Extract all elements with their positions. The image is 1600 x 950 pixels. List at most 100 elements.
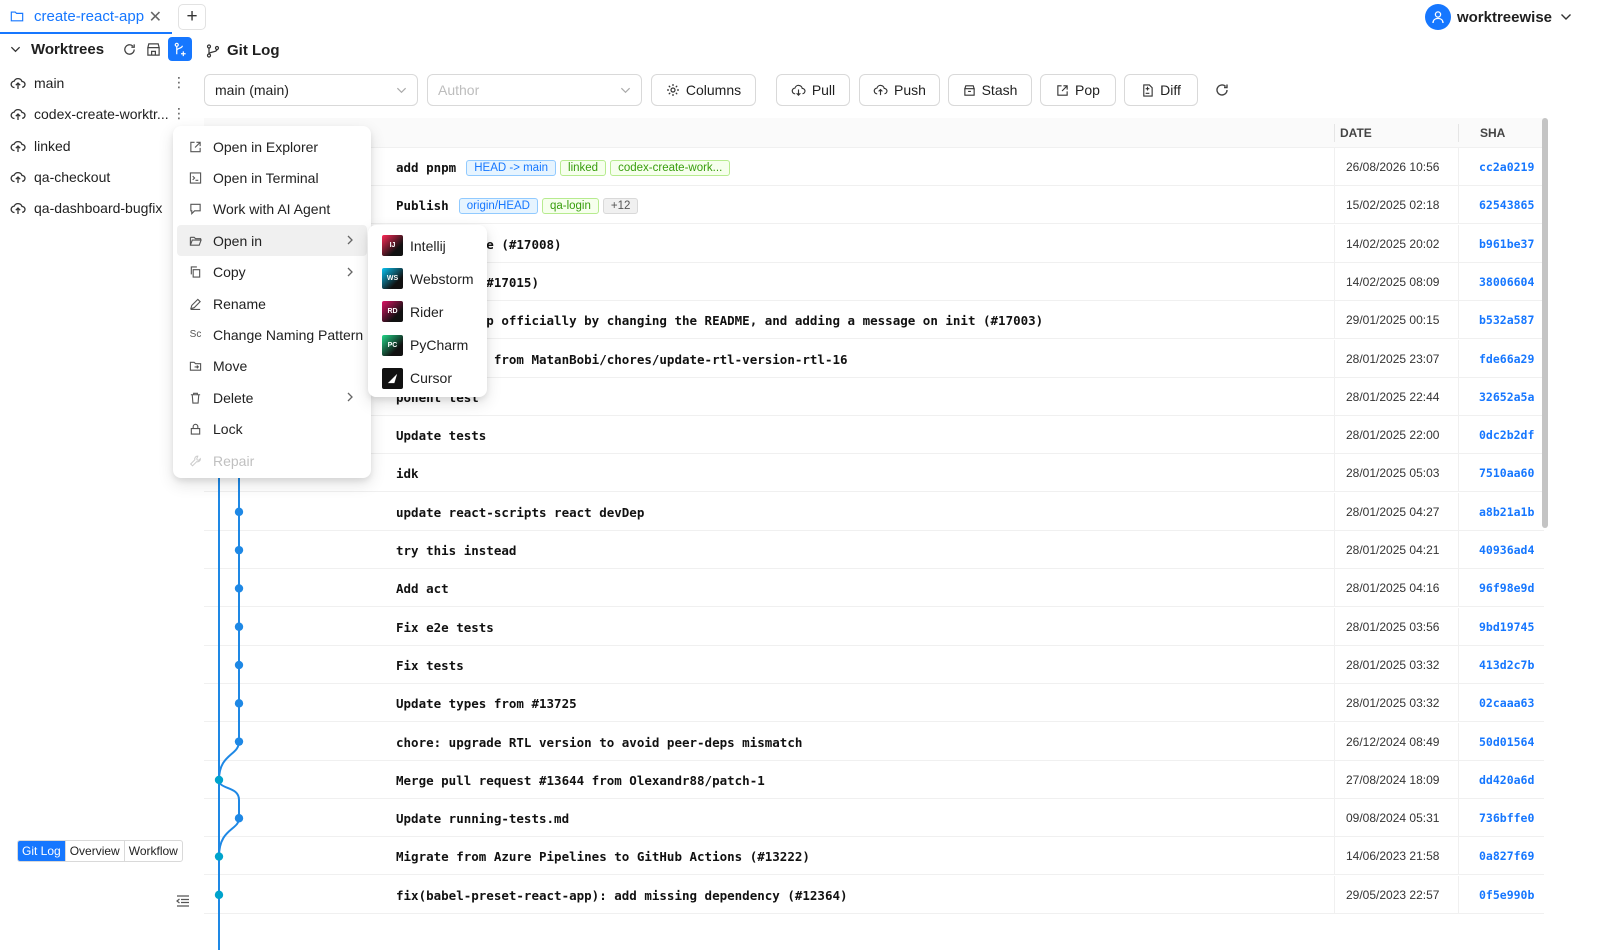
commit-sha[interactable]: 50d01564 [1479,735,1534,749]
worktree-item-main[interactable]: main ⋮ [0,68,200,98]
ref-tag[interactable]: codex-create-work... [610,160,731,176]
commit-sha[interactable]: b961be37 [1479,237,1534,251]
commit-sha[interactable]: 62543865 [1479,198,1534,212]
commit-sha[interactable]: 32652a5a [1479,390,1534,404]
table-row[interactable]: idk 28/01/2025 05:03 7510aa60 [204,454,1544,493]
store-button[interactable] [144,40,162,58]
table-row[interactable]: Fix tests 28/01/2025 03:32 413d2c7b [204,645,1544,684]
column-header-sha[interactable]: SHA [1480,126,1505,140]
refresh-button[interactable] [120,40,138,58]
worktree-item-codex[interactable]: codex-create-worktr... ⋮ [0,99,200,129]
more-vertical-icon[interactable]: ⋮ [172,105,186,122]
view-tab-overview[interactable]: Overview [66,841,125,861]
open-in-item-rider[interactable]: RD Rider [372,295,483,328]
table-row[interactable]: Update types from #13725 28/01/2025 03:32… [204,684,1544,723]
column-header-date[interactable]: DATE [1340,126,1372,140]
new-tab-button[interactable]: + [178,4,206,30]
menu-item-copy[interactable]: Copy [177,257,367,288]
edit-icon [189,297,202,311]
commit-sha[interactable]: fde66a29 [1479,352,1534,366]
commit-message-text: Update types from #13725 [396,696,577,712]
push-button[interactable]: Push [859,74,940,106]
table-row[interactable]: Publish origin/HEAD qa-login +12 15/02/2025 … [204,186,1544,225]
add-worktree-button[interactable] [168,37,192,61]
commit-sha[interactable]: 0a827f69 [1479,849,1534,863]
collapse-sidebar-icon[interactable] [176,894,190,908]
menu-item-open-in-explorer[interactable]: Open in Explorer [177,131,367,162]
commit-date: 28/01/2025 03:32 [1346,657,1440,672]
menu-item-open-in[interactable]: Open in [177,225,367,257]
menu-item-delete[interactable]: Delete [177,382,367,413]
diff-button[interactable]: Diff [1124,74,1198,106]
column-divider [1458,607,1459,646]
user-menu[interactable]: worktreewise [1424,4,1572,30]
open-in-item-webstorm[interactable]: WS Webstorm [372,262,483,295]
worktree-item-qa-checkout[interactable]: qa-checkout [0,162,200,192]
table-row[interactable]: Update tests 28/01/2025 22:00 0dc2b2df [204,416,1544,455]
table-row[interactable]: add pnpm HEAD -> main linked codex-create-w… [204,148,1544,186]
view-tab-git-log[interactable]: Git Log [18,841,66,861]
ref-tag[interactable]: HEAD -> main [466,160,557,176]
commit-sha[interactable]: dd420a6d [1479,773,1534,787]
menu-item-lock[interactable]: Lock [177,414,367,445]
commit-sha[interactable]: 40936ad4 [1479,543,1534,557]
table-row[interactable]: fix(babel-preset-react-app): add missing… [204,875,1544,914]
open-in-item-cursor[interactable]: Cursor [372,362,483,395]
tab-create-react-app[interactable]: create-react-app ✕ [0,0,172,34]
stash-button[interactable]: Stash [948,74,1032,106]
menu-item-work-with-ai-agent[interactable]: Work with AI Agent [177,194,367,225]
column-divider [1458,301,1459,340]
columns-button[interactable]: Columns [651,74,756,106]
author-select[interactable]: Author [427,74,642,106]
table-row[interactable]: chore: upgrade RTL version to avoid peer… [204,722,1544,761]
commit-sha[interactable]: 0f5e990b [1479,888,1534,902]
ref-tag[interactable]: origin/HEAD [458,198,538,215]
commit-message: Update tests [396,428,486,443]
column-divider [1458,760,1459,799]
commit-sha[interactable]: 38006604 [1479,275,1534,289]
chevron-down-icon[interactable] [10,44,21,55]
commit-message: Publish origin/HEAD qa-login +12 [396,198,639,215]
table-row[interactable]: Update running-tests.md 09/08/2024 05:31 7… [204,799,1544,838]
open-in-item-intellij[interactable]: IJ Intellij [372,229,483,262]
archive-icon [963,84,975,96]
ref-tag[interactable]: qa-login [541,198,599,215]
worktree-label: linked [34,138,71,154]
commit-sha[interactable]: a8b21a1b [1479,505,1534,519]
worktree-item-qa-dashboard-bugfix[interactable]: qa-dashboard-bugfix [0,193,200,223]
branch-select[interactable]: main (main) [204,74,418,106]
table-row[interactable]: Add act 28/01/2025 04:16 96f98e9d [204,569,1544,608]
vertical-scrollbar[interactable] [1542,118,1548,528]
pull-button[interactable]: Pull [776,74,850,106]
menu-item-open-in-terminal[interactable]: Open in Terminal [177,162,367,193]
close-tab-icon[interactable]: ✕ [149,7,162,27]
ref-tag[interactable]: +12 [602,198,639,215]
table-row[interactable]: Fix e2e tests 28/01/2025 03:56 9bd19745 [204,607,1544,646]
commit-sha[interactable]: 7510aa60 [1479,466,1534,480]
commit-sha[interactable]: cc2a0219 [1479,160,1534,174]
commit-sha[interactable]: 0dc2b2df [1479,428,1534,442]
table-row[interactable]: Migrate from Azure Pipelines to GitHub A… [204,837,1544,876]
table-row[interactable]: try this instead 28/01/2025 04:21 40936ad4 [204,531,1544,569]
open-in-item-pycharm[interactable]: PC PyCharm [372,329,483,362]
ref-tag[interactable]: linked [560,160,607,176]
commit-sha[interactable]: b532a587 [1479,313,1534,327]
commit-message-text: ate React App officially by changing the… [396,313,1044,329]
view-tab-workflow[interactable]: Workflow [125,841,182,861]
commit-sha[interactable]: 736bffe0 [1479,811,1534,825]
menu-item-move[interactable]: Move [177,351,367,382]
menu-item-rename[interactable]: Rename [177,288,367,319]
column-divider [1334,262,1335,301]
commit-sha[interactable]: 96f98e9d [1479,581,1534,595]
commit-sha[interactable]: 9bd19745 [1479,620,1534,634]
table-row[interactable]: update react-scripts react devDep 28/01/2… [204,492,1544,531]
pop-button[interactable]: Pop [1040,74,1116,106]
commit-sha[interactable]: 02caaa63 [1479,696,1534,710]
table-row[interactable]: Merge pull request #13644 from Olexandr8… [204,760,1544,799]
more-vertical-icon[interactable]: ⋮ [172,74,186,91]
naming-icon: Sc [189,329,202,341]
commit-sha[interactable]: 413d2c7b [1479,658,1534,672]
worktree-item-linked[interactable]: linked [0,131,200,161]
refresh-icon[interactable] [1214,82,1230,98]
menu-item-change-naming-pattern[interactable]: Sc Change Naming Pattern [177,319,367,350]
